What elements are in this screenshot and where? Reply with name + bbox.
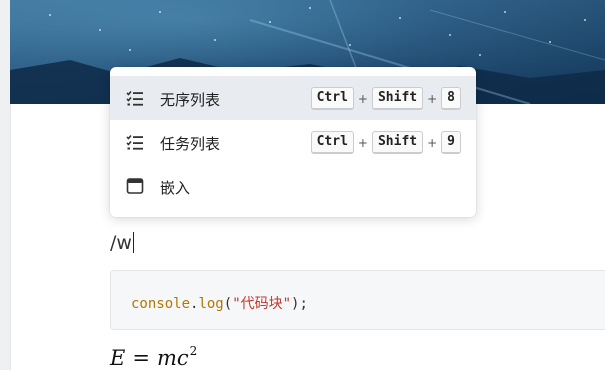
menu-item-label: 嵌入	[160, 179, 191, 197]
task-list-icon	[126, 133, 144, 151]
menu-item-embed[interactable]: 嵌入	[110, 164, 476, 208]
math-c: c	[176, 346, 189, 370]
key-plus: +	[357, 135, 368, 150]
code-token-close: );	[291, 296, 308, 312]
menu-item-unordered-list[interactable]: 无序列表 Ctrl + Shift + 8	[110, 76, 476, 120]
menu-item-label: 任务列表	[160, 135, 221, 153]
embed-icon	[126, 177, 144, 195]
menu-item-label: 无序列表	[160, 91, 221, 109]
shortcut-hint: Ctrl + Shift + 9	[310, 131, 461, 154]
typed-slash-command: /w	[110, 232, 132, 254]
slash-command-menu: 无序列表 Ctrl + Shift + 8 任务列表 Ctrl + Shift …	[110, 67, 476, 217]
key-plus: +	[357, 91, 368, 106]
math-m: m	[156, 346, 177, 370]
code-token-console: console	[131, 296, 191, 312]
text-caret	[132, 232, 134, 253]
math-e: E	[110, 346, 126, 370]
key-plus: +	[427, 91, 438, 106]
key-shift: Shift	[371, 87, 424, 110]
code-block[interactable]: console.log("代码块");	[110, 270, 605, 330]
code-line: console.log("代码块");	[131, 293, 308, 313]
menu-item-task-list[interactable]: 任务列表 Ctrl + Shift + 9	[110, 120, 476, 164]
unordered-list-icon	[126, 89, 144, 107]
code-token-open-paren: (	[223, 296, 233, 312]
shortcut-hint: Ctrl + Shift + 8	[310, 87, 461, 110]
key-shift: Shift	[371, 131, 424, 154]
key-9: 9	[441, 131, 461, 154]
math-exponent: 2	[189, 344, 198, 358]
math-formula[interactable]: E = mc2	[110, 344, 197, 370]
key-ctrl: Ctrl	[310, 131, 354, 154]
key-plus: +	[427, 135, 438, 150]
math-equals: =	[132, 346, 150, 370]
key-8: 8	[441, 87, 461, 110]
editor-current-line[interactable]: /w	[110, 232, 134, 254]
key-ctrl: Ctrl	[310, 87, 354, 110]
code-token-string: "代码块"	[232, 296, 292, 312]
code-token-log: log	[198, 296, 224, 312]
